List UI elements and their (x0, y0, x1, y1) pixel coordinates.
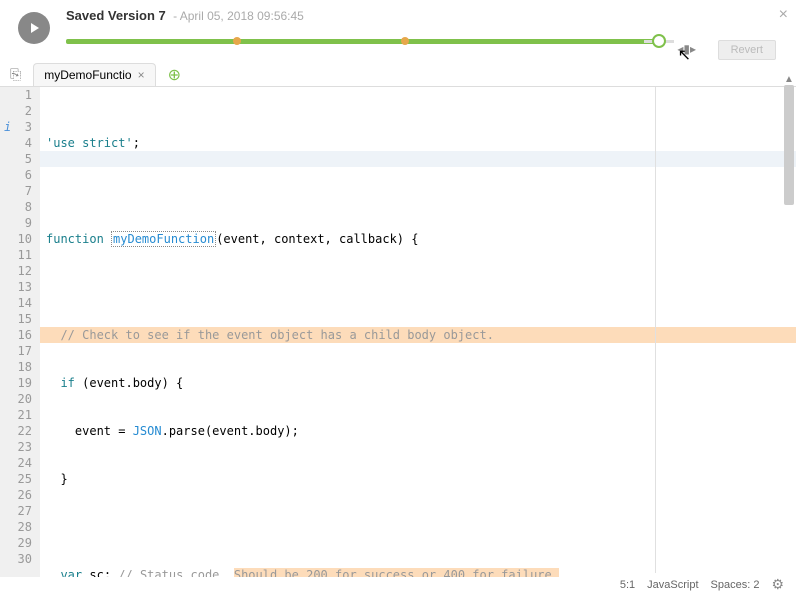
revert-button[interactable]: Revert (718, 40, 776, 60)
add-tab-button[interactable]: ⊕ (168, 65, 181, 85)
close-icon[interactable]: × (779, 6, 788, 24)
gutter: 1 2 3i 4 5 6 7 8 9 10 11 12 13 14 15 16 … (0, 87, 40, 577)
nav-arrows[interactable]: ◂▮▸ (677, 42, 696, 56)
tab-label: myDemoFunctio (44, 68, 131, 82)
play-button[interactable] (18, 12, 50, 44)
code-area[interactable]: 'use strict'; function myDemoFunction(ev… (40, 87, 796, 577)
version-title: Saved Version 7 (66, 8, 166, 23)
version-date: - April 05, 2018 09:56:45 (173, 9, 304, 23)
tabs-icon[interactable]: ⎘ (10, 66, 21, 83)
language-mode[interactable]: JavaScript (647, 579, 698, 591)
tab-file[interactable]: myDemoFunctio × (33, 63, 155, 86)
tab-close-icon[interactable]: × (138, 68, 145, 82)
timeline[interactable] (66, 31, 664, 51)
indent-setting[interactable]: Spaces: 2 (711, 579, 760, 591)
cursor-position[interactable]: 5:1 (620, 579, 635, 591)
scrollbar[interactable]: ▲ (782, 74, 796, 574)
gear-icon[interactable]: ⚙ (771, 576, 784, 593)
